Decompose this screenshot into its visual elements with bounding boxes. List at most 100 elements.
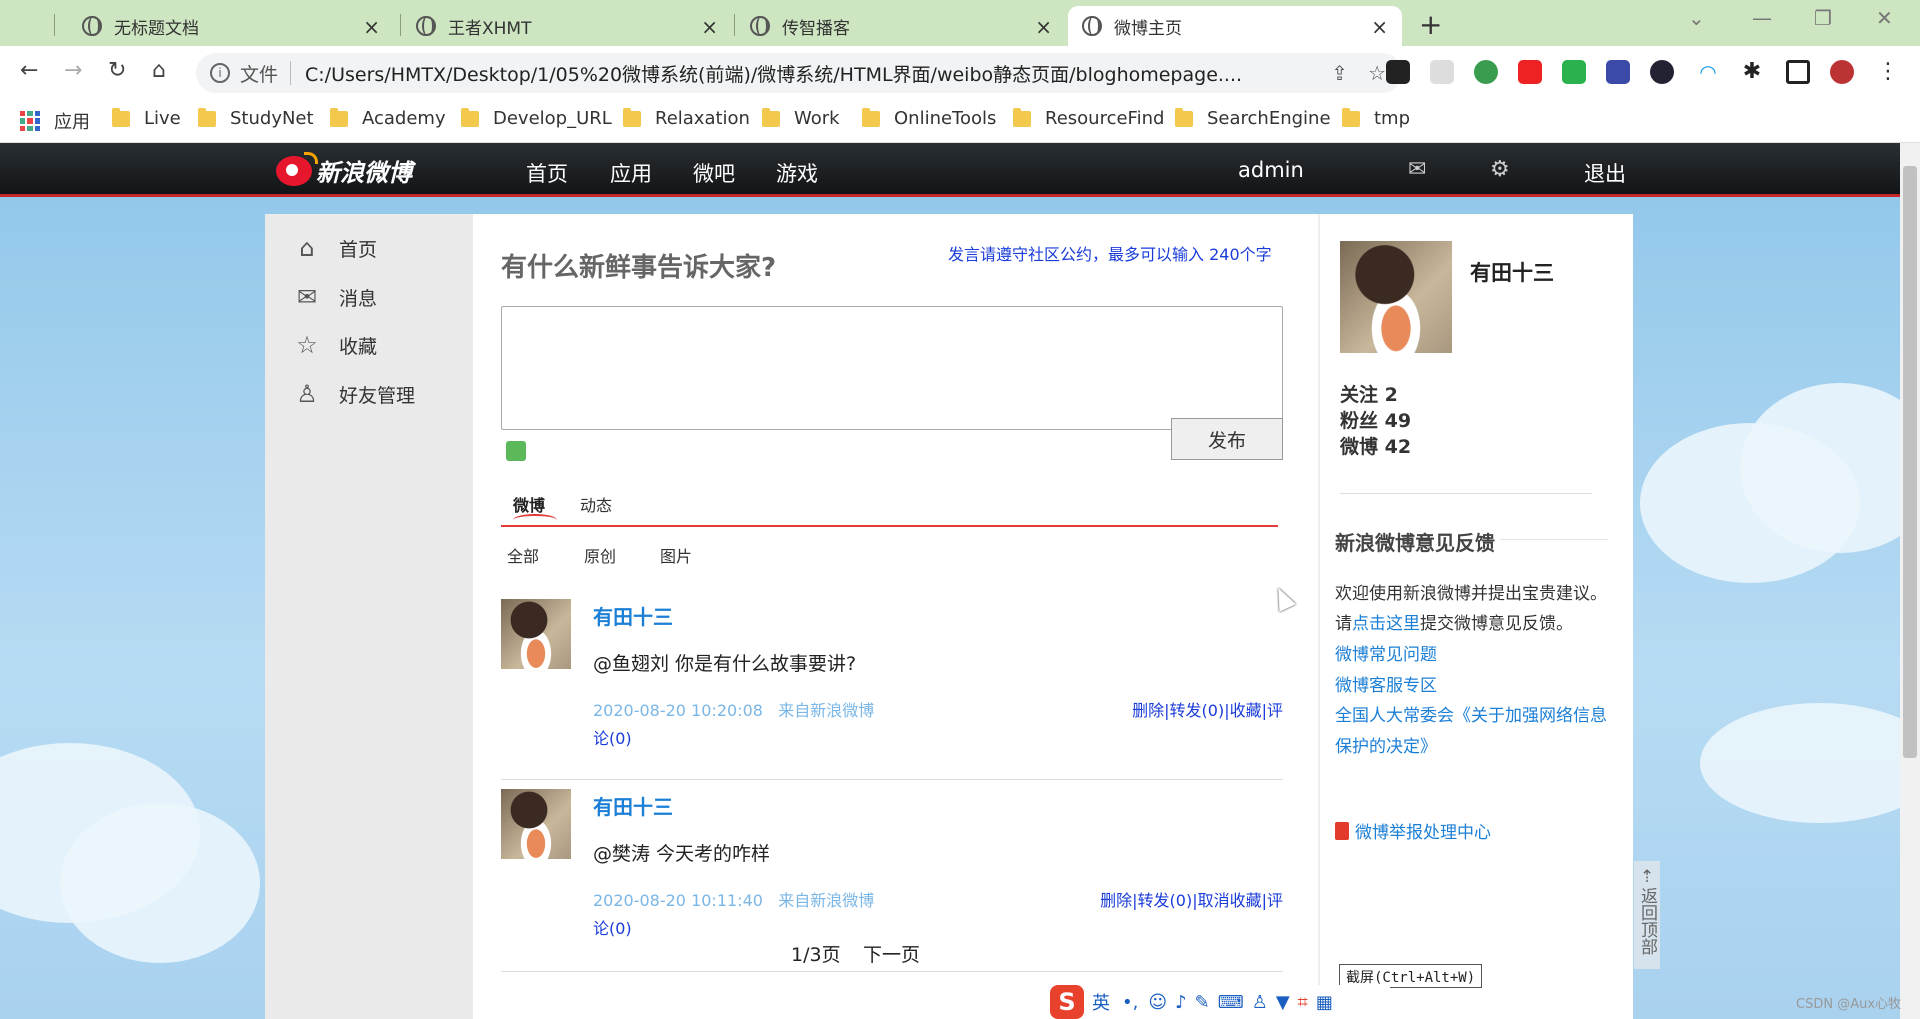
image-upload-icon[interactable]: [506, 441, 526, 461]
close-icon[interactable]: ×: [1035, 15, 1052, 39]
post-comments[interactable]: 论(0): [593, 729, 632, 748]
bookmark-folder[interactable]: ResourceFind: [1013, 107, 1164, 129]
skin-icon[interactable]: ▼: [1276, 992, 1290, 1013]
shield-icon[interactable]: [1562, 60, 1586, 84]
pager-next[interactable]: 下一页: [863, 940, 920, 967]
forward-icon[interactable]: →: [64, 58, 82, 83]
gear-icon[interactable]: ⚙: [1490, 157, 1510, 182]
tab-untitled[interactable]: 无标题文档 ×: [68, 6, 394, 46]
emoji-icon[interactable]: ☺: [1148, 992, 1167, 1013]
post-actions[interactable]: 删除|转发(0)|收藏|评: [1132, 697, 1283, 725]
crop-icon[interactable]: ⌗: [1298, 992, 1308, 1013]
logout-link[interactable]: 退出: [1584, 158, 1626, 188]
sidebar-item-messages[interactable]: ✉ 消息: [293, 283, 377, 311]
filter-original[interactable]: 原创: [584, 543, 616, 567]
bookmark-apps[interactable]: 应用: [20, 108, 90, 134]
nav-apps[interactable]: 应用: [610, 158, 652, 188]
home-icon[interactable]: ⌂: [152, 58, 166, 83]
extension-icon[interactable]: [1474, 60, 1498, 84]
post-avatar[interactable]: [501, 599, 571, 669]
stat-weibo[interactable]: 微博 42: [1340, 432, 1411, 459]
faq-link[interactable]: 微博常见问题: [1335, 640, 1437, 665]
bookmark-star-icon[interactable]: ☆: [1368, 61, 1386, 85]
mail-icon[interactable]: ✉: [1408, 157, 1426, 182]
npc-decision-link[interactable]: 全国人大常委会《关于加强网络信息: [1335, 701, 1607, 726]
pen-icon[interactable]: ✎: [1195, 992, 1210, 1013]
post-comments[interactable]: 论(0): [593, 919, 632, 938]
tab-search-icon[interactable]: ⌄: [1688, 6, 1705, 30]
sidepanel-icon[interactable]: [1786, 60, 1810, 84]
bookmark-folder[interactable]: Develop_URL: [461, 107, 612, 129]
compose-textarea[interactable]: [501, 306, 1283, 430]
post-author[interactable]: 有田十三: [593, 601, 673, 630]
scrollbar-thumb[interactable]: [1903, 166, 1917, 758]
tab-chuanzhi[interactable]: 传智播客 ×: [736, 6, 1066, 46]
wifi-icon[interactable]: ◠: [1696, 60, 1720, 84]
minimize-icon[interactable]: —: [1752, 6, 1772, 30]
stat-following[interactable]: 关注 2: [1340, 380, 1398, 407]
bookmark-folder[interactable]: OnlineTools: [862, 107, 996, 129]
nav-username[interactable]: admin: [1238, 158, 1304, 182]
reload-icon[interactable]: ↻: [108, 58, 126, 83]
back-to-top-button[interactable]: ⇡ 返回顶部: [1634, 861, 1660, 969]
ime-mode[interactable]: 英: [1092, 989, 1110, 1015]
avatar[interactable]: [1830, 60, 1854, 84]
filter-all[interactable]: 全部: [507, 543, 539, 567]
publish-button[interactable]: 发布: [1171, 418, 1283, 460]
sidebar-item-friends[interactable]: ♙ 好友管理: [293, 380, 415, 408]
bookmark-folder[interactable]: SearchEngine: [1175, 107, 1331, 129]
bookmark-folder[interactable]: StudyNet: [198, 107, 314, 129]
feedback-click-here-link[interactable]: 点击这里: [1352, 614, 1420, 634]
bookmark-folder[interactable]: tmp: [1342, 107, 1410, 129]
youtube-icon[interactable]: [1518, 60, 1542, 84]
post-author[interactable]: 有田十三: [593, 791, 673, 820]
url-text[interactable]: C:/Users/HMTX/Desktop/1/05%20微博系统(前端)/微博…: [305, 60, 1320, 87]
keyboard-icon[interactable]: ⌨: [1218, 992, 1244, 1013]
extension-icon[interactable]: [1386, 60, 1410, 84]
stat-fans[interactable]: 粉丝 49: [1340, 406, 1411, 433]
post-actions[interactable]: 删除|转发(0)|取消收藏|评: [1100, 887, 1283, 915]
bookmark-folder[interactable]: Live: [112, 107, 181, 129]
back-icon[interactable]: ←: [20, 58, 38, 83]
feedback-intro: 欢迎使用新浪微博并提出宝贵建议。: [1335, 584, 1607, 604]
profile-avatar[interactable]: [1340, 241, 1452, 353]
weibo-logo[interactable]: 新浪微博: [276, 151, 412, 188]
close-icon[interactable]: ×: [1371, 15, 1388, 39]
menu-icon[interactable]: ⋮: [1876, 60, 1900, 84]
filter-images[interactable]: 图片: [660, 543, 692, 567]
puzzle-icon[interactable]: ✱: [1740, 60, 1764, 84]
nav-games[interactable]: 游戏: [776, 158, 818, 188]
address-bar[interactable]: i 文件 C:/Users/HMTX/Desktop/1/05%20微博系统(前…: [196, 53, 1402, 93]
punctuation-icon[interactable]: •,: [1122, 992, 1138, 1013]
npc-decision-link-cont[interactable]: 保护的决定》: [1335, 732, 1437, 757]
grid-icon[interactable]: ▦: [1316, 992, 1333, 1013]
sidebar-item-favorites[interactable]: ☆ 收藏: [293, 331, 377, 359]
microphone-icon[interactable]: ♪: [1175, 992, 1187, 1013]
profile-name[interactable]: 有田十三: [1470, 257, 1554, 287]
tab-weibo-home[interactable]: 微博主页 ×: [1068, 6, 1402, 46]
tab-wangzhe[interactable]: 王者XHMT ×: [402, 6, 732, 46]
close-icon[interactable]: ×: [363, 15, 380, 39]
tab-weibo[interactable]: 微博: [513, 492, 545, 516]
user-icon[interactable]: ♙: [1252, 992, 1268, 1013]
close-icon[interactable]: ×: [701, 15, 718, 39]
sogou-logo-icon[interactable]: S: [1050, 985, 1084, 1019]
post-avatar[interactable]: [501, 789, 571, 859]
nav-weiba[interactable]: 微吧: [693, 158, 735, 188]
bookmark-folder[interactable]: Work: [762, 107, 840, 129]
nav-home[interactable]: 首页: [526, 158, 568, 188]
tab-activity[interactable]: 动态: [580, 492, 612, 516]
bookmark-folder[interactable]: Academy: [330, 107, 446, 129]
sidebar-item-home[interactable]: ⌂ 首页: [293, 234, 377, 262]
support-link[interactable]: 微博客服专区: [1335, 671, 1437, 696]
extension-icon[interactable]: [1430, 60, 1454, 84]
report-center-link[interactable]: 微博举报处理中心: [1335, 818, 1491, 843]
share-icon[interactable]: ⇪: [1331, 61, 1348, 85]
window-close-icon[interactable]: ✕: [1876, 6, 1893, 30]
restore-icon[interactable]: ❐: [1814, 6, 1832, 30]
extension-icon[interactable]: [1650, 60, 1674, 84]
info-icon[interactable]: i: [210, 63, 230, 83]
new-tab-icon[interactable]: +: [1419, 8, 1442, 41]
ia-icon[interactable]: [1606, 60, 1630, 84]
bookmark-folder[interactable]: Relaxation: [623, 107, 750, 129]
